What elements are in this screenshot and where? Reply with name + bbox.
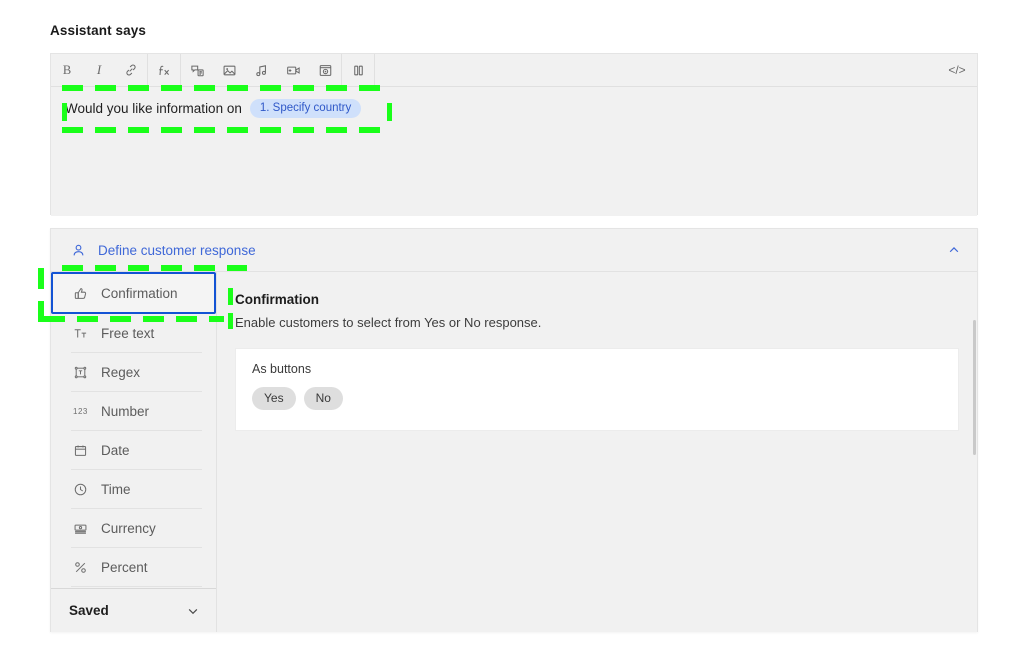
response-type-time[interactable]: Time	[51, 470, 216, 509]
detail-scrollbar[interactable]	[973, 320, 976, 455]
saved-section-toggle[interactable]: Saved	[51, 588, 216, 632]
list-divider	[71, 586, 202, 587]
response-type-label: Time	[101, 482, 131, 497]
response-type-list: Confirmation Free text Regex 123 Number …	[51, 272, 217, 632]
person-icon	[71, 243, 86, 258]
text-format-icon	[73, 326, 93, 341]
define-customer-response-card: Define customer response Confirmation Fr…	[50, 228, 978, 632]
response-type-percent[interactable]: Percent	[51, 548, 216, 587]
response-type-label: Percent	[101, 560, 148, 575]
link-icon[interactable]	[115, 54, 147, 86]
define-customer-response-title: Define customer response	[98, 242, 256, 258]
toolbar-group-text: B I	[51, 54, 148, 86]
response-type-label: Regex	[101, 365, 141, 380]
response-type-items: Confirmation Free text Regex 123 Number …	[51, 272, 216, 588]
as-buttons-card: As buttons Yes No	[235, 348, 959, 431]
calendar-icon	[73, 443, 93, 458]
thumbs-up-icon	[73, 286, 93, 301]
response-type-regex[interactable]: Regex	[51, 353, 216, 392]
as-buttons-options: Yes No	[252, 387, 942, 410]
detail-title: Confirmation	[235, 292, 319, 307]
audio-icon[interactable]	[245, 54, 277, 86]
italic-icon[interactable]: I	[83, 54, 115, 86]
response-type-date[interactable]: Date	[51, 431, 216, 470]
number-123-icon: 123	[73, 407, 88, 416]
response-type-label: Confirmation	[101, 285, 178, 301]
response-type-number[interactable]: 123 Number	[51, 392, 216, 431]
no-button[interactable]: No	[303, 387, 343, 410]
app-root: Assistant says B I </> Would you like in…	[0, 0, 1021, 647]
define-customer-response-header[interactable]: Define customer response	[51, 229, 977, 272]
response-detail-pane: Confirmation Enable customers to select …	[217, 272, 977, 632]
response-type-currency[interactable]: Currency	[51, 509, 216, 548]
response-type-label: Date	[101, 443, 130, 458]
chevron-down-icon[interactable]	[186, 604, 200, 618]
response-type-label: Free text	[101, 326, 155, 341]
assistant-message-editor: B I </> Would you like information on 1.…	[50, 53, 978, 216]
yes-button[interactable]: Yes	[252, 387, 296, 410]
response-type-free-text[interactable]: Free text	[51, 314, 216, 353]
regex-icon	[73, 365, 93, 380]
as-buttons-label: As buttons	[252, 362, 312, 376]
editor-content-area[interactable]: Would you like information on 1. Specify…	[51, 87, 977, 216]
video-icon[interactable]	[277, 54, 309, 86]
image-icon[interactable]	[213, 54, 245, 86]
dynamic-card-icon[interactable]	[181, 54, 213, 86]
define-customer-response-body: Confirmation Free text Regex 123 Number …	[51, 272, 977, 632]
toolbar-group-function	[148, 54, 181, 86]
media-icon[interactable]	[309, 54, 341, 86]
chevron-up-icon[interactable]	[947, 243, 961, 257]
detail-description: Enable customers to select from Yes or N…	[235, 315, 542, 330]
editor-toolbar: B I </>	[51, 54, 977, 87]
response-type-confirmation[interactable]: Confirmation	[51, 272, 216, 314]
percent-icon	[73, 560, 93, 575]
response-type-label: Number	[101, 404, 150, 419]
columns-icon[interactable]	[342, 54, 374, 86]
code-view-icon[interactable]: </>	[937, 54, 977, 86]
variable-chip[interactable]: 1. Specify country	[249, 99, 362, 118]
clock-icon	[73, 482, 93, 497]
assistant-message-line: Would you like information on 1. Specify…	[65, 99, 963, 118]
annotation-dash-left-confirmation	[38, 268, 44, 324]
assistant-message-text: Would you like information on	[65, 100, 242, 116]
saved-label: Saved	[69, 603, 109, 618]
toolbar-group-layout	[342, 54, 375, 86]
function-icon[interactable]	[148, 54, 180, 86]
page-title: Assistant says	[50, 23, 146, 38]
currency-icon	[73, 521, 93, 536]
bold-icon[interactable]: B	[51, 54, 83, 86]
response-type-label: Currency	[101, 521, 156, 536]
toolbar-group-dynamic	[181, 54, 342, 86]
